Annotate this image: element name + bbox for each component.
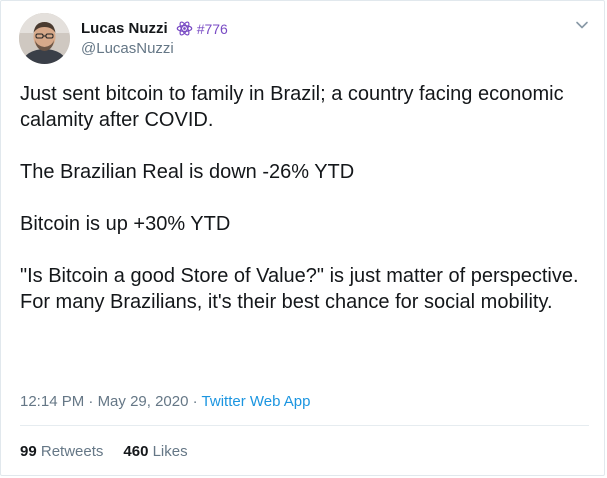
meta-separator: · — [88, 393, 94, 410]
likes-count: 460 — [123, 443, 149, 460]
tweet-paragraph: Just sent bitcoin to family in Brazil; a… — [20, 83, 564, 131]
meta-separator: · — [192, 393, 198, 410]
tweet-time[interactable]: 12:14 PM — [20, 393, 84, 410]
tweet-paragraph: "Is Bitcoin a good Store of Value?" is j… — [20, 265, 579, 313]
tweet-card: Lucas Nuzzi #776 @LucasNuzzi Just sent b… — [0, 0, 605, 476]
likes-stat[interactable]: 460 Likes — [123, 443, 187, 460]
profile-badge: #776 — [176, 20, 228, 37]
atom-icon — [176, 21, 193, 36]
divider — [20, 425, 589, 426]
name-line: Lucas Nuzzi #776 — [81, 20, 228, 37]
badge-label: #776 — [196, 20, 228, 37]
likes-label: Likes — [152, 443, 188, 460]
retweets-stat[interactable]: 99 Retweets — [20, 443, 103, 460]
chevron-down-icon[interactable] — [575, 18, 589, 32]
tweet-stats: 99 Retweets 460 Likes — [20, 443, 188, 460]
source-app-link[interactable]: Twitter Web App — [202, 393, 311, 410]
tweet-paragraph: Bitcoin is up +30% YTD — [20, 213, 231, 235]
tweet-date[interactable]: May 29, 2020 — [98, 393, 189, 410]
retweets-label: Retweets — [40, 443, 104, 460]
user-handle[interactable]: @LucasNuzzi — [81, 40, 174, 57]
tweet-text: Just sent bitcoin to family in Brazil; a… — [20, 81, 590, 315]
tweet-meta: 12:14 PM · May 29, 2020 · Twitter Web Ap… — [20, 393, 311, 410]
display-name[interactable]: Lucas Nuzzi — [81, 20, 168, 37]
tweet-paragraph: The Brazilian Real is down -26% YTD — [20, 161, 355, 183]
avatar-image — [19, 13, 70, 64]
retweets-count: 99 — [20, 443, 37, 460]
tweet-header: Lucas Nuzzi #776 @LucasNuzzi — [19, 13, 589, 65]
avatar[interactable] — [19, 13, 70, 64]
